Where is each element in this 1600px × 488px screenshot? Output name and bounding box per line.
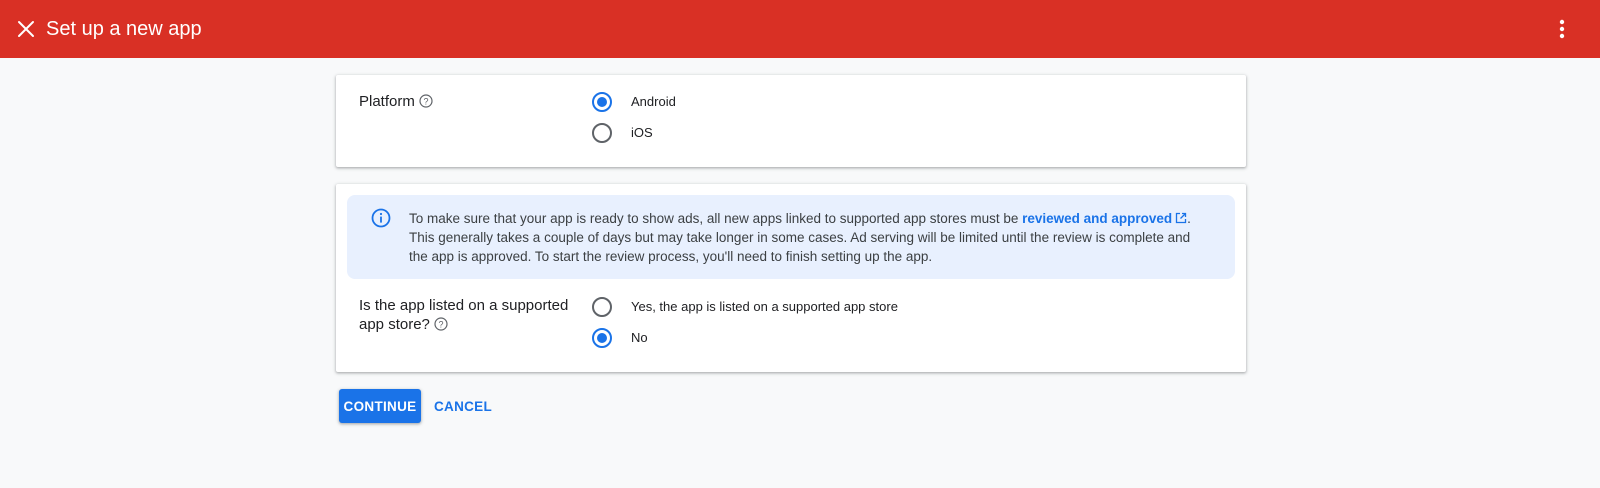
close-button[interactable] (8, 11, 44, 47)
review-notice-text: To make sure that your app is ready to s… (409, 209, 1209, 266)
help-icon[interactable]: ? (419, 94, 433, 108)
store-listing-card: To make sure that your app is ready to s… (336, 184, 1246, 372)
radio-label-no: No (631, 330, 648, 345)
platform-card: Platform ? Android iOS (336, 75, 1246, 167)
platform-label: Platform (359, 93, 415, 110)
help-icon[interactable]: ? (434, 317, 448, 331)
open-in-new-icon (1176, 212, 1187, 224)
more-options-button[interactable] (1544, 11, 1580, 47)
radio-option-android[interactable]: Android (592, 92, 676, 112)
info-icon (371, 208, 391, 228)
listing-question: Is the app listed on a supported app sto… (359, 296, 579, 334)
listing-question-line1: Is the app listed on a supported (359, 297, 569, 314)
reviewed-approved-link[interactable]: reviewed and approved (1022, 211, 1187, 226)
close-icon (18, 21, 34, 37)
radio-button-android[interactable] (592, 92, 612, 112)
notice-text-before: To make sure that your app is ready to s… (409, 211, 1023, 226)
listing-question-line2: app store? (359, 316, 430, 333)
continue-button[interactable]: CONTINUE (339, 389, 421, 423)
radio-label-ios: iOS (631, 125, 653, 140)
platform-label-wrap: Platform ? (359, 92, 433, 111)
radio-label-android: Android (631, 94, 676, 109)
cancel-button[interactable]: CANCEL (428, 389, 498, 423)
review-notice: To make sure that your app is ready to s… (347, 195, 1235, 279)
more-vert-icon (1559, 19, 1565, 39)
listing-question-line2-wrap: app store? ? (359, 315, 579, 334)
page-title: Set up a new app (46, 18, 202, 40)
svg-text:?: ? (438, 319, 443, 329)
svg-text:?: ? (423, 96, 428, 106)
radio-button-yes-listed[interactable] (592, 297, 612, 317)
link-label: reviewed and approved (1022, 211, 1173, 226)
radio-option-yes-listed[interactable]: Yes, the app is listed on a supported ap… (592, 297, 898, 317)
radio-button-ios[interactable] (592, 123, 612, 143)
radio-option-ios[interactable]: iOS (592, 123, 653, 143)
radio-label-yes-listed: Yes, the app is listed on a supported ap… (631, 299, 898, 314)
top-app-bar: Set up a new app (0, 0, 1600, 58)
radio-button-no[interactable] (592, 328, 612, 348)
radio-option-no[interactable]: No (592, 328, 648, 348)
